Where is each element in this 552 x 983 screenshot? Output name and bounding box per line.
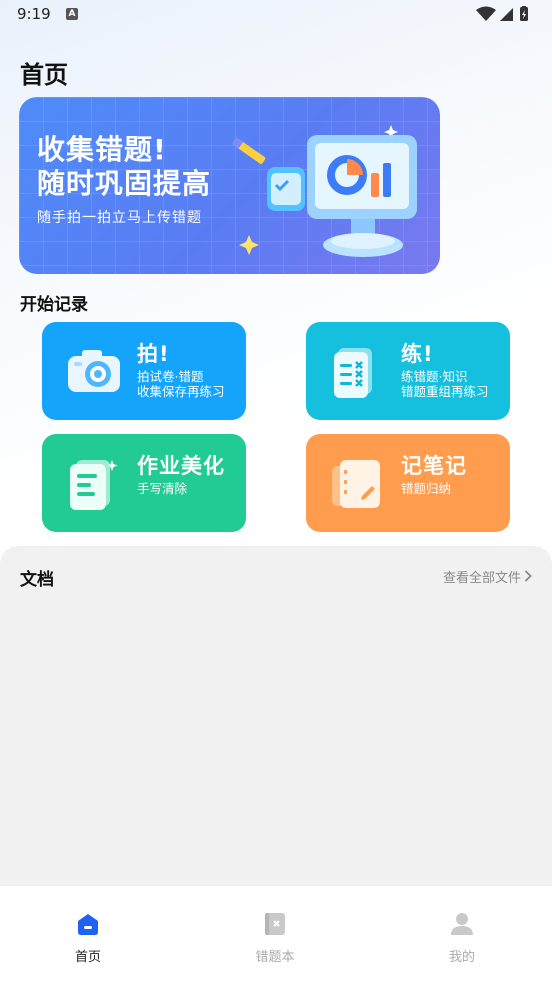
card-title: 练!	[401, 342, 434, 366]
tab-home[interactable]: 首页	[28, 886, 148, 983]
card-practice[interactable]: 练! 练错题·知识 错题重组再练习	[306, 322, 510, 420]
banner-title-line2: 随时巩固提高	[37, 167, 212, 200]
card-desc-line1: 拍试卷·错题	[137, 369, 204, 384]
signal-icon	[500, 8, 513, 21]
page-title: 首页	[20, 61, 68, 89]
banner-title-line1: 收集错题!	[37, 133, 167, 166]
notebook-icon	[332, 460, 380, 508]
card-capture[interactable]: 拍! 拍试卷·错题 收集保存再练习	[42, 322, 246, 420]
card-description: 练错题·知识 错题重组再练习	[401, 369, 489, 399]
card-title: 记笔记	[401, 454, 467, 478]
documents-panel: 文档 查看全部文件	[0, 546, 552, 891]
profile-icon	[451, 913, 473, 935]
tab-home-label: 首页	[74, 950, 101, 965]
card-description: 拍试卷·错题 收集保存再练习	[137, 369, 225, 399]
card-description: 手写清除	[137, 481, 187, 496]
bottom-tab-bar: 首页 错题本 我的	[0, 886, 552, 983]
notification-badge-icon: A	[66, 8, 78, 20]
documents-title: 文档	[20, 570, 54, 590]
tab-mistake-book[interactable]: 错题本	[215, 886, 335, 983]
card-homework-beautify[interactable]: 作业美化 手写清除	[42, 434, 246, 532]
document-icon	[70, 460, 118, 510]
card-desc-line1: 练错题·知识	[401, 369, 468, 384]
banner-subtitle: 随手拍一拍立马上传错题	[37, 210, 202, 226]
view-all-files-link[interactable]: 查看全部文件	[443, 567, 532, 586]
section-title-start-record: 开始记录	[20, 295, 88, 315]
card-desc-line1: 错题归纳	[401, 481, 452, 496]
card-desc-line2: 收集保存再练习	[137, 384, 225, 399]
tab-profile[interactable]: 我的	[402, 886, 522, 983]
card-title: 拍!	[137, 342, 170, 366]
wifi-icon	[476, 6, 496, 21]
tab-profile-label: 我的	[448, 950, 475, 965]
chevron-right-icon	[524, 570, 532, 582]
practice-sheet-icon	[334, 348, 372, 398]
promo-banner[interactable]: 收集错题! 随时巩固提高 随手拍一拍立马上传错题	[19, 97, 440, 274]
status-time: 9:19	[17, 5, 51, 23]
home-icon	[78, 914, 98, 935]
card-take-notes[interactable]: 记笔记 错题归纳	[306, 434, 510, 532]
tab-mistake-book-label: 错题本	[255, 950, 295, 965]
card-description: 错题归纳	[401, 481, 451, 496]
card-title: 作业美化	[137, 454, 225, 478]
card-desc-line1: 手写清除	[137, 481, 188, 496]
mistake-book-icon	[265, 913, 285, 935]
view-all-files-label: 查看全部文件	[442, 571, 521, 586]
card-desc-line2: 错题重组再练习	[401, 384, 489, 399]
computer-illustration-icon	[231, 125, 417, 257]
status-icons	[476, 6, 528, 21]
status-bar: 9:19 A	[0, 0, 552, 30]
camera-icon	[68, 350, 120, 392]
banner-title: 收集错题! 随时巩固提高	[37, 133, 211, 201]
